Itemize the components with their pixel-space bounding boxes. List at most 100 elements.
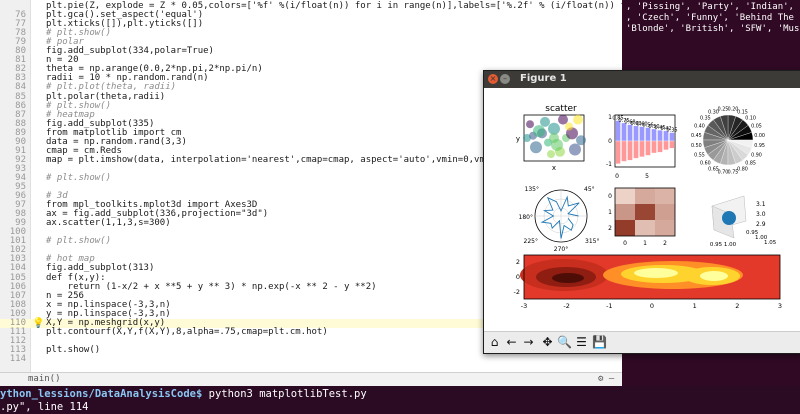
polar-angle-tick: 315° (585, 238, 599, 245)
gear-icon[interactable]: ⚙ ‒ (598, 374, 614, 384)
back-icon[interactable]: ← (504, 335, 519, 350)
bar-negative (615, 140, 621, 164)
pie-label: 0.10 (745, 115, 756, 121)
heatmap-cell (615, 188, 635, 204)
contour-x-tick: -2 (563, 302, 569, 310)
save-icon[interactable]: 💾 (592, 335, 607, 350)
terminal-output-line: 'Blonde', 'British', 'SFW', 'Music', 'E (626, 24, 800, 34)
code-text: plt.show() (46, 344, 101, 355)
pie-label: 0.95 (754, 143, 765, 149)
close-icon[interactable]: × (488, 74, 498, 84)
3d-x-tick: 0.95 (710, 242, 723, 248)
heatmap-y-tick: 0 (608, 193, 612, 200)
pie-subplot: 0.00 0.05 0.100.150.200.250.300.35 0.40 0.45… (691, 106, 765, 175)
figure-window[interactable]: × – Figure 1 scatter y x 0.85 0.75 0.68 0.6… (483, 70, 800, 354)
breadcrumb-function[interactable]: main() (28, 374, 61, 384)
pie-label: 0.80 (737, 167, 748, 173)
polar-angle-tick: 45° (584, 186, 595, 193)
code-text: # plt.show() (46, 172, 112, 183)
home-icon[interactable]: ⌂ (487, 335, 502, 350)
bar-negative (627, 140, 633, 161)
bar-y-tick: 1 (608, 114, 612, 121)
minimize-icon[interactable]: – (500, 74, 510, 84)
pie-label: 0.60 (700, 161, 711, 167)
bar-negative (657, 140, 663, 153)
terminal-prompt-path: ython_lessions/DataAnalysisCode$ (0, 388, 203, 400)
forward-icon[interactable]: → (521, 335, 536, 350)
pie-label: 0.90 (751, 153, 762, 159)
scatter-point (549, 133, 559, 143)
bar-positive (633, 125, 639, 142)
polar-angle-tick: 135° (525, 186, 539, 193)
scatter-point (573, 114, 583, 125)
code-line[interactable]: 78 # plt.show() (0, 29, 622, 38)
bar-negative (663, 140, 669, 151)
bar-negative (651, 140, 657, 154)
pie-label: 0.25 (718, 106, 729, 112)
3d-scatter-point (722, 211, 736, 225)
3d-z-tick: 3.0 (756, 211, 766, 218)
heatmap-cell (615, 204, 635, 220)
contour-x-tick: 1 (693, 302, 697, 310)
bar-y-tick: -1 (606, 161, 612, 168)
heatmap-x-tick: 2 (663, 240, 667, 247)
terminal-output-line: .py", line 114 (0, 401, 89, 413)
bar-y-tick: 0 (608, 138, 612, 145)
pie-label: 0.05 (751, 123, 762, 129)
3d-subplot: 3.13.02.90.95 1.000.951.001.05 (710, 195, 777, 248)
contour-x-tick: 0 (650, 302, 654, 310)
contour-x-tick: 2 (735, 302, 739, 310)
pan-icon[interactable]: ✥ (540, 335, 555, 350)
bar-negative (645, 140, 651, 156)
3d-x-tick: 1.00 (724, 242, 737, 248)
scatter-point (547, 150, 555, 159)
heatmap-x-tick: 0 (623, 240, 627, 247)
heatmap-cell (635, 204, 655, 220)
bar-positive (669, 132, 675, 142)
pie-label: 0.20 (728, 106, 739, 112)
code-text: plt.contourf(X,Y,f(X,Y),8,alpha=.75,cmap… (46, 326, 328, 337)
scatter-point (523, 134, 531, 142)
bar-positive (621, 122, 627, 142)
scatter-point (526, 120, 534, 129)
bar-value-label: 0.35 (666, 128, 677, 134)
configure-icon[interactable]: ☰ (574, 335, 589, 350)
contour-x-tick: -3 (521, 302, 527, 310)
code-text: map = plt.imshow(data, interpolation='ne… (46, 154, 512, 165)
terminal-panel[interactable]: ython_lessions/DataAnalysisCode$ python3… (0, 386, 800, 414)
figure-canvas[interactable]: scatter y x 0.850.750.680.630.600.560.50… (484, 88, 800, 331)
scatter-subplot: scatter y x (516, 104, 586, 172)
heatmap-x-tick: 1 (643, 240, 647, 247)
scatter-ylabel: y (516, 135, 520, 143)
heatmap-y-tick: 2 (608, 225, 612, 232)
bar-positive (627, 124, 633, 142)
heatmap-cell (615, 220, 635, 236)
3d-z-tick: 2.9 (756, 221, 766, 228)
lightbulb-icon[interactable]: 💡 (32, 318, 44, 328)
code-line[interactable]: 114 (0, 354, 622, 364)
pie-label: 0.30 (708, 109, 719, 115)
heatmap-subplot: 0 1 2 0 1 2 (608, 187, 676, 247)
scatter-point (558, 114, 568, 125)
bar-negative (669, 140, 675, 149)
window-titlebar[interactable]: × – Figure 1 (484, 71, 800, 88)
heatmap-cell (635, 220, 655, 236)
bar-x-tick: 5 (645, 173, 649, 180)
scatter-title: scatter (545, 104, 577, 114)
scatter-point (540, 116, 550, 127)
pie-label: 0.35 (700, 115, 711, 121)
heatmap-cell (655, 220, 675, 236)
bar-negative (633, 140, 639, 159)
pie-label: 0.85 (745, 161, 756, 167)
bar-subplot: 0.850.750.680.630.600.560.500.450.420.35… (606, 114, 678, 180)
bar-positive (639, 126, 645, 142)
code-text: # plt.show() (46, 236, 112, 247)
figure-toolbar: ⌂ ← → ✥ 🔍 ☰ 💾 (484, 331, 800, 353)
code-line[interactable]: 80 fig.add_subplot(334,polar=True) (0, 47, 622, 56)
window-title: Figure 1 (520, 73, 567, 84)
pie-label: 0.50 (691, 143, 702, 149)
zoom-icon[interactable]: 🔍 (557, 335, 572, 350)
code-text: ax.scatter(1,1,3,s=300) (46, 218, 171, 229)
scatter-xlabel: x (552, 164, 556, 172)
heatmap-cell (655, 188, 675, 204)
